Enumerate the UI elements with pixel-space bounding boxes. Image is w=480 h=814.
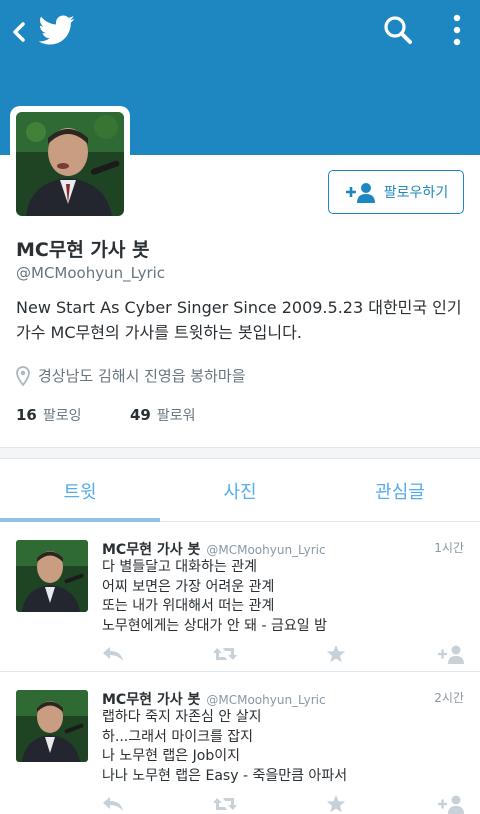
twitter-bird-icon[interactable] (38, 12, 76, 48)
tweet-line: 노무현에게는 상대가 안 돼 - 금요일 밤 (102, 617, 327, 634)
tab-photos[interactable]: 사진 (160, 460, 320, 521)
following-count: 16 (16, 406, 37, 424)
location-pin-icon (16, 365, 30, 386)
overflow-menu-icon (453, 14, 461, 46)
tweet-item[interactable]: MC무현 가사 봇 @MCMoohyun_Lyric 2시간 랩하다 죽지 자존… (0, 672, 480, 814)
tab-tweets[interactable]: 트윗 (0, 460, 160, 522)
tweet-line: 랩하다 죽지 자존심 안 살지 (102, 709, 262, 725)
profile-tabs: 트윗 사진 관심글 (0, 460, 480, 522)
tweet-text: 다 별들달고 대화하는 관계 어찌 보면은 가장 어려운 관계 또는 내가 위대… (102, 558, 462, 636)
profile-location: 경상남도 김해시 진영읍 봉하마을 (16, 365, 246, 386)
following-label: 팔로잉 (42, 408, 82, 424)
follow-user-button[interactable] (436, 642, 466, 666)
add-user-icon (345, 183, 375, 203)
tweet-author-handle[interactable]: @MCMoohyun_Lyric (206, 693, 325, 707)
tweet-line: 하...그래서 마이크를 잡지 (102, 728, 254, 745)
retweet-button[interactable] (212, 642, 238, 666)
tweet-actions (100, 642, 466, 666)
profile-stats: 16 팔로잉 49 팔로워 (16, 405, 196, 425)
back-button[interactable] (4, 14, 34, 50)
reply-icon (103, 647, 123, 661)
tweet-author-name[interactable]: MC무현 가사 봇 (102, 539, 200, 559)
tweet-timestamp: 1시간 (434, 541, 464, 555)
star-icon (326, 795, 346, 813)
chevron-left-icon (13, 22, 25, 42)
tweet-author-handle[interactable]: @MCMoohyun_Lyric (206, 543, 325, 557)
tweet-timestamp: 2시간 (434, 691, 464, 705)
profile-name: MC무현 가사 봇 (16, 239, 150, 261)
tweet-line: 나 노무현 랩은 Job이지 (102, 748, 240, 764)
location-text: 경상남도 김해시 진영읍 봉하마을 (38, 367, 246, 385)
tweet-avatar[interactable] (16, 540, 88, 612)
profile-avatar[interactable] (10, 106, 130, 222)
tweet-item[interactable]: MC무현 가사 봇 @MCMoohyun_Lyric 1시간 다 별들달고 대화… (0, 522, 480, 672)
avatar-photo (16, 112, 124, 216)
tweet-author-name[interactable]: MC무현 가사 봇 (102, 689, 200, 709)
reply-button[interactable] (100, 642, 126, 666)
tweet-header: MC무현 가사 봇 @MCMoohyun_Lyric (102, 689, 326, 709)
follow-button[interactable]: 팔로우하기 (328, 170, 464, 214)
section-divider (0, 447, 480, 459)
add-user-icon (438, 795, 464, 814)
tweet-line: 다 별들달고 대화하는 관계 (102, 559, 258, 575)
tab-favorites[interactable]: 관심글 (320, 460, 480, 521)
followers-label: 팔로워 (156, 408, 196, 424)
tweet-avatar[interactable] (16, 690, 88, 762)
profile-handle: @MCMoohyun_Lyric (16, 264, 166, 282)
reply-button[interactable] (100, 792, 126, 814)
tweet-text: 랩하다 죽지 자존심 안 살지 하...그래서 마이크를 잡지 나 노무현 랩은… (102, 708, 462, 786)
tweet-header: MC무현 가사 봇 @MCMoohyun_Lyric (102, 539, 326, 559)
followers-stat[interactable]: 49 팔로워 (130, 405, 196, 425)
overflow-menu-button[interactable] (442, 10, 472, 50)
reply-icon (103, 797, 123, 811)
retweet-icon (213, 648, 237, 660)
retweet-icon (213, 798, 237, 810)
retweet-button[interactable] (212, 792, 238, 814)
search-icon (384, 16, 412, 44)
profile-bio: New Start As Cyber Singer Since 2009.5.2… (16, 298, 462, 342)
tweet-actions (100, 792, 466, 814)
favorite-button[interactable] (323, 642, 349, 666)
favorite-button[interactable] (323, 792, 349, 814)
tweet-line: 어찌 보면은 가장 어려운 관계 (102, 578, 275, 595)
following-stat[interactable]: 16 팔로잉 (16, 405, 130, 425)
follow-button-label: 팔로우하기 (383, 185, 449, 201)
follow-user-button[interactable] (436, 792, 466, 814)
add-user-icon (438, 645, 464, 664)
star-icon (326, 645, 346, 663)
search-button[interactable] (380, 12, 416, 48)
tweet-line: 또는 내가 위대해서 떠는 관계 (102, 598, 275, 614)
tweet-line: 나나 노무현 랩은 Easy - 죽을만큼 아파서 (102, 767, 348, 784)
followers-count: 49 (130, 406, 151, 424)
